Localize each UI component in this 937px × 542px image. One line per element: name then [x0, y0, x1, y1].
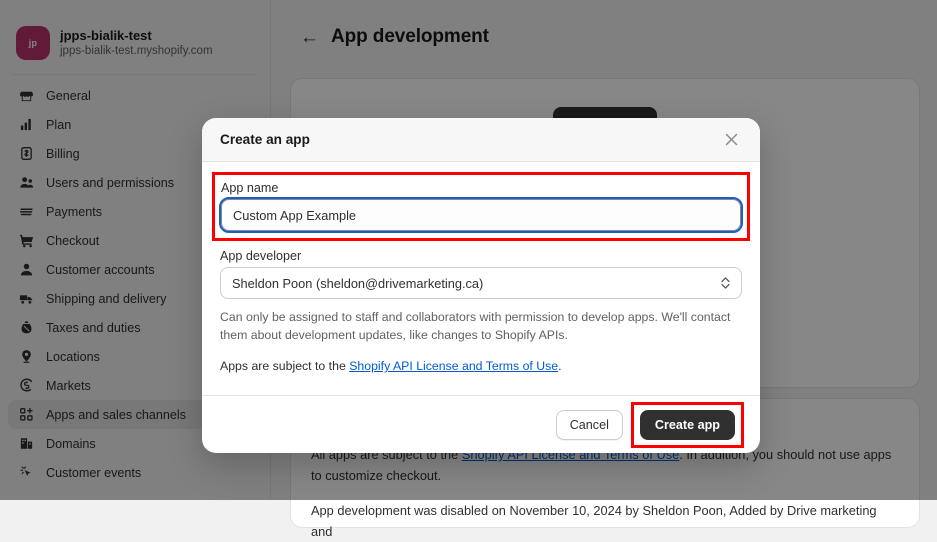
app-name-input[interactable] — [221, 199, 741, 231]
terms-text: Apps are subject to the Shopify API Lice… — [220, 357, 742, 375]
terms-text-after: . — [558, 359, 561, 373]
modal-header: Create an app — [202, 118, 760, 162]
terms-link[interactable]: Shopify API License and Terms of Use — [349, 359, 558, 373]
create-app-highlight-box: Create app — [631, 402, 744, 448]
modal-footer: Cancel Create app — [202, 395, 760, 453]
app-developer-helper-text: Can only be assigned to staff and collab… — [220, 308, 742, 344]
terms-text-before: Apps are subject to the — [220, 359, 349, 373]
create-app-button[interactable]: Create app — [640, 410, 735, 440]
app-developer-select[interactable]: Sheldon Poon (sheldon@drivemarketing.ca) — [220, 267, 742, 299]
page-root: jp jpps-bialik-test jpps-bialik-test.mys… — [0, 0, 937, 500]
create-app-modal: Create an app App name App developer She… — [202, 118, 760, 453]
modal-title: Create an app — [220, 132, 310, 147]
app-name-highlight-box: App name — [212, 172, 750, 241]
app-name-label: App name — [221, 181, 741, 195]
cancel-button[interactable]: Cancel — [556, 410, 623, 440]
caution-sub-text: App development was disabled on November… — [311, 500, 899, 542]
close-icon[interactable] — [720, 129, 742, 151]
app-developer-select-wrap: Sheldon Poon (sheldon@drivemarketing.ca) — [220, 267, 742, 299]
modal-body: App name App developer Sheldon Poon (she… — [202, 162, 760, 395]
app-developer-label: App developer — [220, 249, 742, 263]
